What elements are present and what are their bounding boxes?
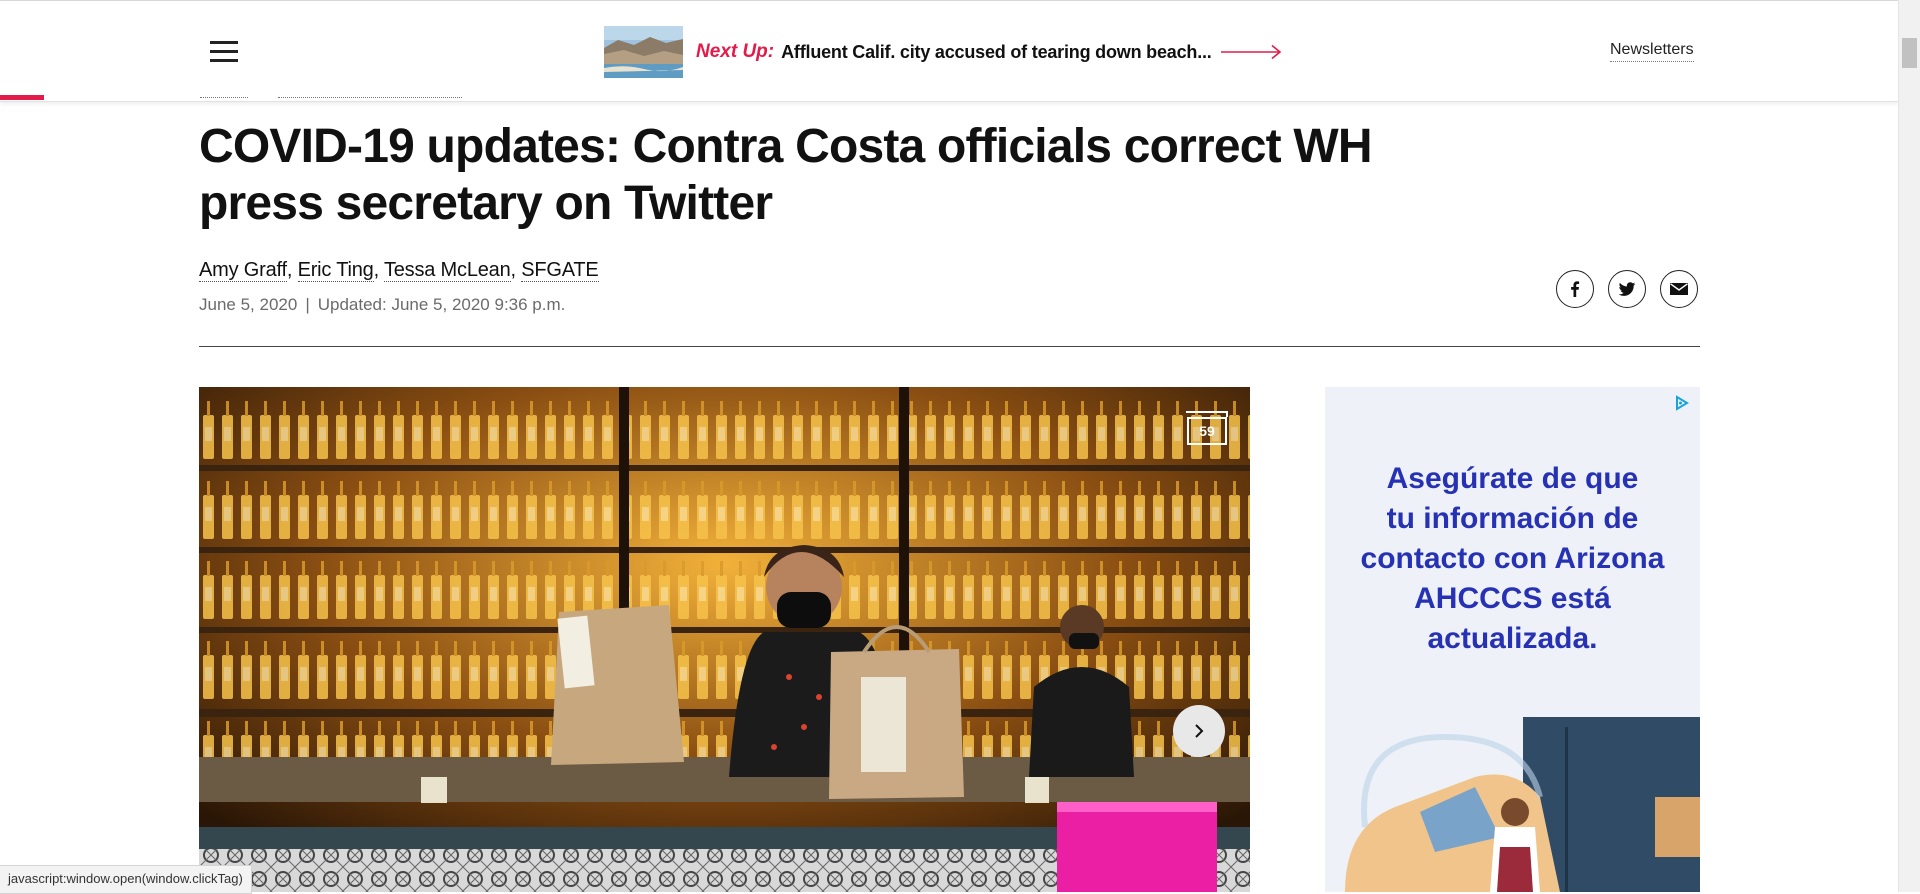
byline: Amy Graff, Eric Ting, Tessa McLean, SFGA… bbox=[199, 259, 599, 282]
scrollbar[interactable] bbox=[1898, 0, 1920, 892]
gallery-next-button[interactable] bbox=[1173, 705, 1225, 757]
twitter-icon bbox=[1618, 282, 1636, 296]
ad-headline: Asegúrate de que tu información de conta… bbox=[1341, 459, 1684, 659]
menu-icon[interactable] bbox=[210, 41, 238, 63]
ad-text-line: tu información de bbox=[1386, 502, 1639, 535]
ad-text-line: AHCCCS está bbox=[1414, 582, 1611, 615]
date-separator: | bbox=[305, 295, 310, 314]
breadcrumb[interactable] bbox=[200, 95, 470, 101]
author-link[interactable]: Tessa McLean bbox=[383, 259, 511, 282]
article-headline: COVID-19 updates: Contra Costa officials… bbox=[199, 120, 1373, 230]
share-twitter-button[interactable] bbox=[1608, 270, 1646, 308]
updated-date: Updated: June 5, 2020 9:36 p.m. bbox=[317, 295, 566, 314]
next-up-label: Next Up: bbox=[696, 41, 775, 62]
next-up-link[interactable]: Next Up: Affluent Calif. city accused of… bbox=[604, 26, 1283, 78]
chevron-right-icon bbox=[1195, 724, 1204, 738]
lead-photo[interactable]: 59 bbox=[199, 387, 1250, 892]
author-link[interactable]: Amy Graff bbox=[199, 259, 287, 282]
header-divider bbox=[199, 346, 1700, 347]
facebook-icon bbox=[1571, 281, 1580, 297]
reading-progress-bar bbox=[0, 95, 44, 100]
dateline: June 5, 2020 | Updated: June 5, 2020 9:36 … bbox=[199, 295, 565, 315]
arrow-right-icon bbox=[1220, 44, 1281, 60]
advertisement[interactable]: Asegúrate de que tu información de conta… bbox=[1325, 387, 1700, 892]
site-header: Next Up: Affluent Calif. city accused of… bbox=[0, 0, 1898, 102]
ad-text-line: Asegúrate de que bbox=[1386, 462, 1639, 495]
share-facebook-button[interactable] bbox=[1556, 270, 1594, 308]
gallery-count-badge: 59 bbox=[1186, 411, 1228, 445]
bar-scene-image bbox=[199, 387, 1250, 892]
author-link[interactable]: Eric Ting bbox=[297, 259, 374, 282]
ad-illustration bbox=[1345, 717, 1700, 892]
email-icon bbox=[1670, 283, 1688, 295]
share-email-button[interactable] bbox=[1660, 270, 1698, 308]
newsletters-link[interactable]: Newsletters bbox=[1610, 41, 1694, 62]
scrollbar-thumb[interactable] bbox=[1902, 38, 1917, 68]
ad-text-line: actualizada. bbox=[1427, 622, 1598, 655]
ad-text-line: contacto con Arizona bbox=[1360, 542, 1665, 575]
next-up-title[interactable]: Affluent Calif. city accused of tearing … bbox=[781, 42, 1212, 63]
next-up-thumbnail bbox=[604, 26, 683, 78]
author-link[interactable]: SFGATE bbox=[521, 259, 599, 282]
publish-date: June 5, 2020 bbox=[199, 295, 298, 314]
browser-status-bar: javascript:window.open(window.clickTag) bbox=[0, 865, 252, 894]
adchoices-icon[interactable] bbox=[1674, 395, 1690, 411]
